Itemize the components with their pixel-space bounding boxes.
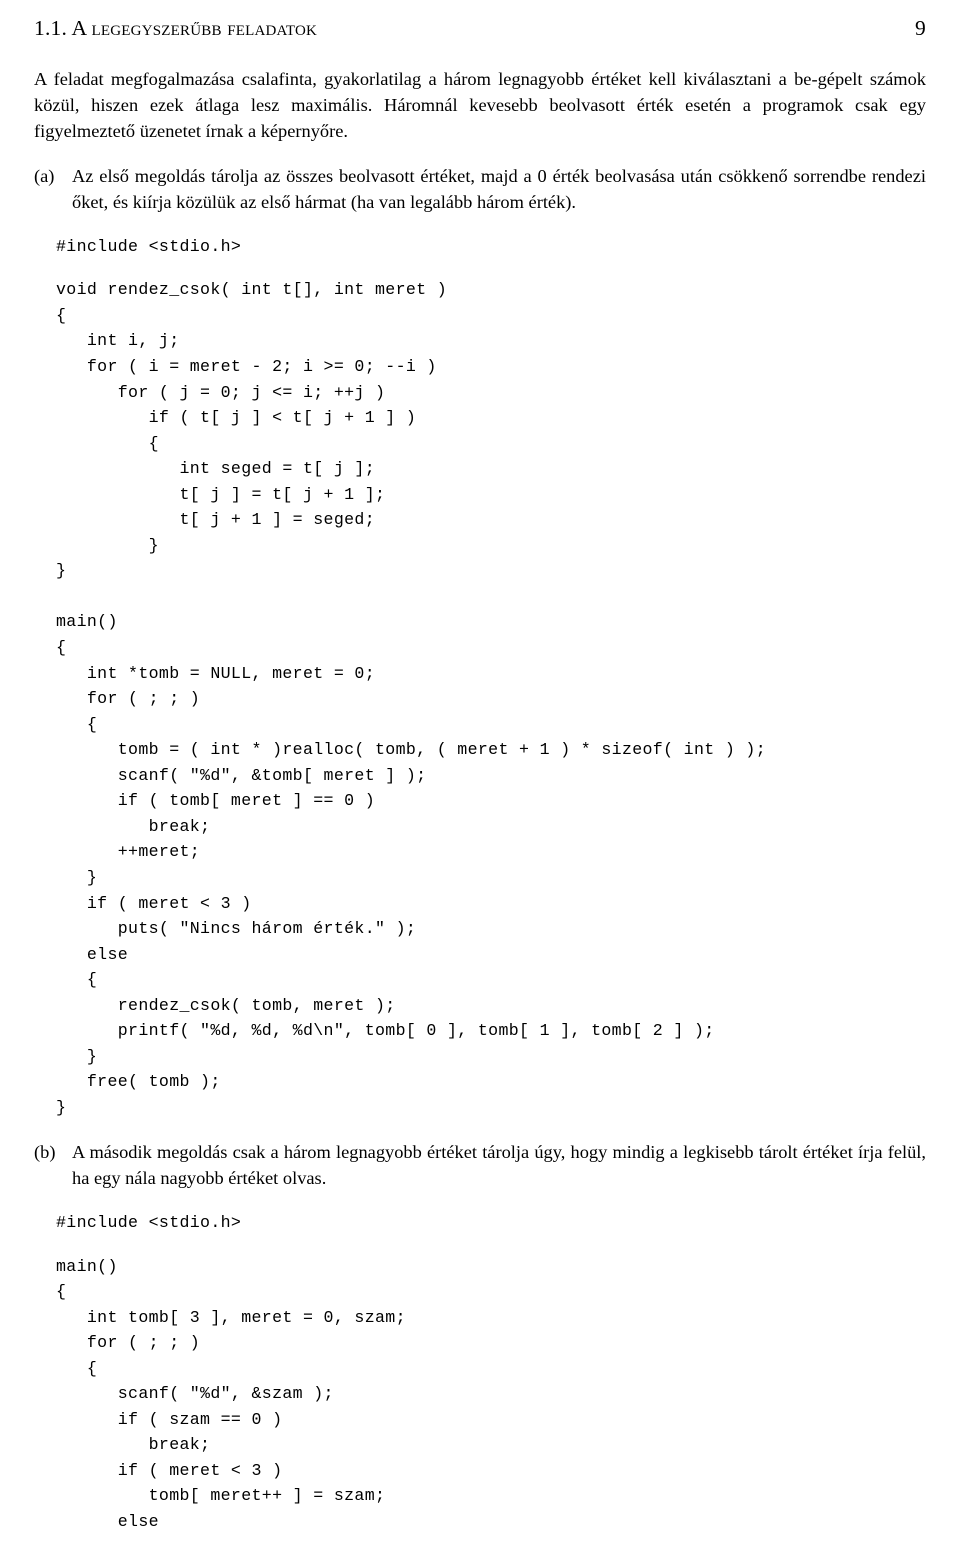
page-content: 1.1. A legegyszerűbb feladatok 9 A felad… — [0, 0, 960, 1535]
list-item-text: Az első megoldás tárolja az összes beolv… — [72, 166, 926, 213]
list-item-text: A második megoldás csak a három legnagyo… — [72, 1142, 926, 1189]
list-item-marker: (b) — [34, 1142, 56, 1163]
code-block-a-header: #include <stdio.h> — [56, 234, 926, 260]
running-head: 1.1. A legegyszerűbb feladatok 9 — [34, 16, 926, 41]
list-item-b: (b) A második megoldás csak a három legn… — [34, 1140, 926, 1192]
intro-paragraph: A feladat megfogalmazása csalafinta, gya… — [34, 69, 926, 141]
code-block-b-body: main() { int tomb[ 3 ], meret = 0, szam;… — [56, 1254, 926, 1535]
code-block-b-header: #include <stdio.h> — [56, 1210, 926, 1236]
list-item-a: (a) Az első megoldás tárolja az összes b… — [34, 164, 926, 216]
document-page: 1.1. A legegyszerűbb feladatok 9 A felad… — [0, 0, 960, 1542]
code-text: main() { int tomb[ 3 ], meret = 0, szam;… — [56, 1256, 406, 1531]
code-text: void rendez_csok( int t[], int meret ) {… — [56, 280, 767, 1117]
code-text: #include <stdio.h> — [56, 236, 242, 256]
running-head-title: 1.1. A legegyszerűbb feladatok — [34, 16, 318, 40]
code-block-a-body: void rendez_csok( int t[], int meret ) {… — [56, 277, 926, 1120]
page-number: 9 — [915, 16, 926, 40]
code-text: #include <stdio.h> — [56, 1212, 242, 1232]
list-item-marker: (a) — [34, 166, 55, 187]
